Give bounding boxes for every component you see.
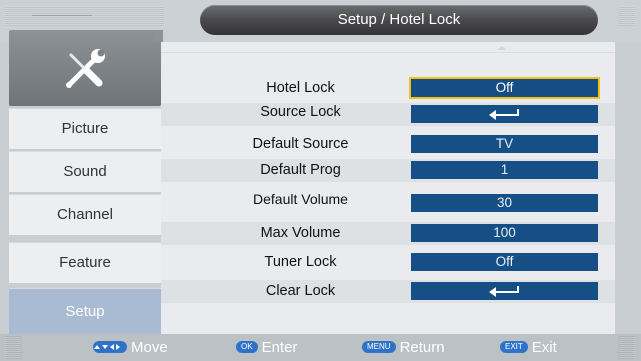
sidebar-icon-panel (9, 30, 163, 106)
setting-row-default-prog[interactable]: Default Prog 1 (161, 159, 615, 182)
setting-value-default-volume[interactable]: 30 (411, 194, 598, 212)
tools-icon (66, 49, 105, 88)
enter-arrow-icon (488, 286, 519, 297)
setting-value-default-prog[interactable]: 1 (411, 161, 598, 179)
settings-panel: Hotel Lock Off Source Lock Default Sourc… (161, 42, 615, 334)
setting-label: Default Source (252, 136, 349, 152)
setting-label: Default Prog (260, 162, 341, 178)
setting-row-source-lock[interactable]: Source Lock (161, 103, 615, 126)
setting-value-hotel-lock[interactable]: Off (409, 77, 600, 99)
setting-row-clear-lock[interactable]: Clear Lock (161, 280, 615, 303)
top-left-decoration (6, 6, 164, 26)
sidebar-item-sound[interactable]: Sound (9, 151, 161, 192)
setting-value-default-source[interactable]: TV (411, 135, 598, 153)
sidebar-tab-notch (153, 30, 163, 42)
bottom-left-decoration (6, 336, 22, 359)
menu-key-badge: MENU (362, 341, 396, 354)
page-title: Setup / Hotel Lock (200, 5, 598, 35)
bottom-right-decoration (618, 336, 634, 359)
setting-label: Clear Lock (265, 283, 336, 299)
setting-label: Hotel Lock (266, 80, 335, 96)
exit-key-badge: EXIT (500, 341, 528, 354)
hint-exit: EXIT Exit (500, 338, 557, 358)
hint-move: Move (93, 338, 168, 358)
setting-label: Source Lock (260, 104, 341, 120)
enter-arrow-icon (488, 109, 519, 120)
setting-row-hotel-lock[interactable]: Hotel Lock Off (161, 77, 615, 100)
setting-label: Default Volume (253, 191, 348, 207)
setting-value-max-volume[interactable]: 100 (411, 224, 598, 242)
hint-enter-label: Enter (261, 339, 298, 356)
setting-row-tuner-lock[interactable]: Tuner Lock Off (161, 251, 615, 274)
setting-value-tuner-lock[interactable]: Off (411, 253, 598, 271)
hint-return-label: Return (399, 339, 445, 356)
setting-value-clear-lock[interactable] (411, 282, 598, 300)
hint-exit-label: Exit (531, 339, 557, 356)
setting-row-max-volume[interactable]: Max Volume 100 (161, 222, 615, 245)
setting-label: Tuner Lock (264, 254, 337, 270)
panel-divider (161, 52, 615, 53)
scroll-up-icon (497, 46, 507, 50)
hint-return: MENU Return (362, 338, 445, 358)
hint-move-label: Move (131, 339, 168, 356)
setting-row-default-volume[interactable]: Default Volume 30 (161, 191, 615, 215)
arrow-keys-icon (93, 341, 127, 354)
setting-label: Max Volume (260, 225, 341, 241)
sidebar-item-picture[interactable]: Picture (9, 108, 161, 149)
hint-enter: OK Enter (236, 338, 297, 358)
sidebar-item-setup[interactable]: Setup (9, 288, 161, 334)
sidebar: Picture Sound Channel Feature Setup (9, 30, 163, 334)
ok-key-badge: OK (236, 341, 258, 354)
top-right-decoration (618, 6, 634, 26)
sidebar-item-channel[interactable]: Channel (9, 194, 161, 235)
bottom-hint-bar: Move OK Enter MENU Return EXIT Exit (0, 334, 641, 361)
sidebar-item-feature[interactable]: Feature (9, 242, 161, 283)
setting-row-default-source[interactable]: Default Source TV (161, 133, 615, 156)
setting-value-source-lock[interactable] (411, 105, 598, 123)
